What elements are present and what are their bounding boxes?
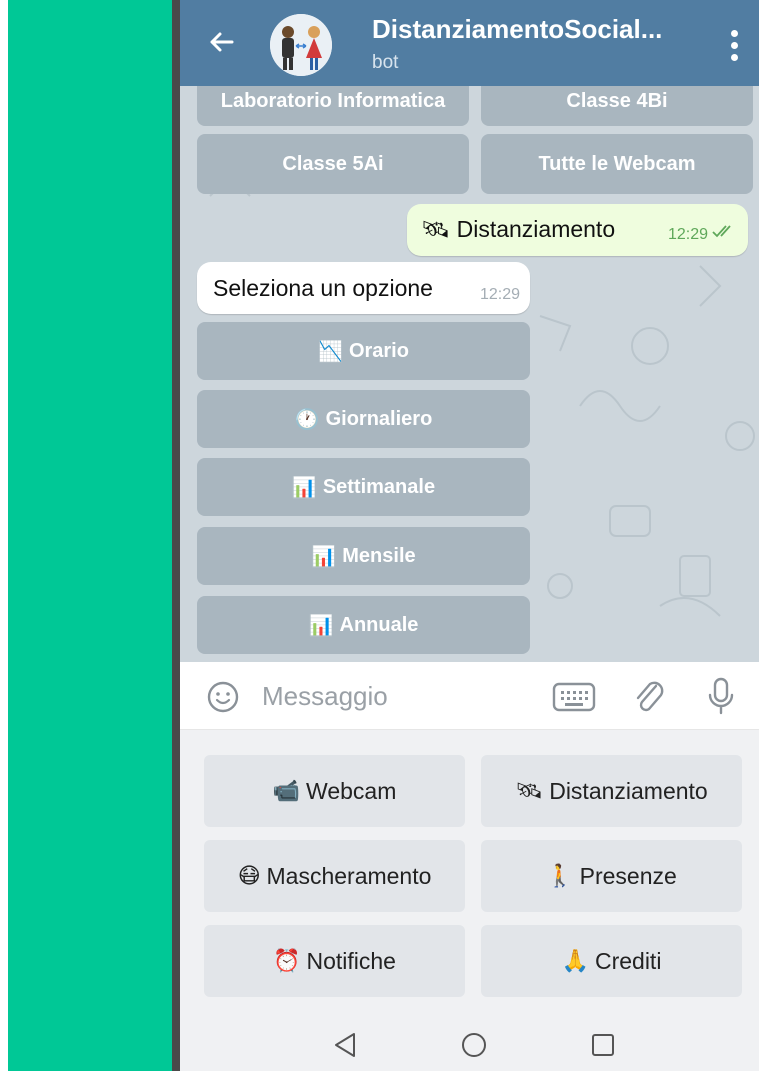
message-time: 12:29 — [479, 286, 520, 303]
keyboard-button-webcam[interactable]: 📹 Webcam — [204, 755, 465, 827]
praying-face-icon: 🙏 — [561, 948, 589, 973]
telegram-app: DistanziamentoSocial... bot Laboratorio … — [180, 0, 759, 1071]
bot-reply-keyboard: 📹 Webcam 🛰 Distanziamento 😷 Mascheramento 🚶… — [180, 730, 759, 1018]
bar-chart-icon: 📊 — [311, 545, 337, 568]
button-tutte-le-webcam[interactable]: Tutte le Webcam — [481, 134, 753, 194]
bar-chart-icon: 📊 — [291, 476, 317, 499]
android-nav-bar — [180, 1018, 759, 1071]
button-settimanale[interactable]: 📊 Settimanale — [197, 458, 530, 516]
nav-home-icon[interactable] — [460, 1031, 488, 1059]
background-panel — [0, 0, 172, 1071]
phone-bezel — [172, 0, 180, 1071]
more-options-icon[interactable] — [729, 30, 739, 61]
button-mensile[interactable]: 📊 Mensile — [197, 527, 530, 585]
chat-title[interactable]: DistanziamentoSocial... — [372, 14, 662, 45]
button-classe-5ai[interactable]: Classe 5Ai — [197, 134, 469, 194]
chat-header: DistanziamentoSocial... bot — [180, 0, 759, 86]
attach-icon[interactable] — [632, 678, 666, 716]
keyboard-button-crediti[interactable]: 🙏 Crediti — [481, 925, 742, 997]
emoji-icon[interactable] — [206, 680, 240, 714]
bot-avatar[interactable] — [270, 14, 332, 76]
people-distancing-icon — [270, 14, 332, 76]
mask-face-icon: 😷 — [237, 863, 261, 888]
button-giornaliero[interactable]: 🕐 Giornaliero — [197, 390, 530, 448]
keyboard-button-mascheramento[interactable]: 😷 Mascheramento — [204, 840, 465, 912]
keyboard-button-notifiche[interactable]: ⏰ Notifiche — [204, 925, 465, 997]
button-laboratorio-informatica[interactable]: Laboratorio Informatica — [197, 86, 469, 126]
walking-person-icon: 🚶 — [546, 863, 574, 888]
message-text: Distanziamento — [456, 216, 616, 242]
bar-chart-icon: 📊 — [308, 614, 334, 637]
nav-recents-icon[interactable] — [590, 1032, 616, 1058]
keyboard-button-distanziamento[interactable]: 🛰 Distanziamento — [481, 755, 742, 827]
clock-icon: 🕐 — [294, 408, 320, 431]
chat-area[interactable]: Laboratorio Informatica Classe 4Bi Class… — [180, 86, 759, 662]
microphone-icon[interactable] — [706, 676, 736, 716]
button-classe-4bi[interactable]: Classe 4Bi — [481, 86, 753, 126]
keyboard-button-presenze[interactable]: 🚶 Presenze — [481, 840, 742, 912]
double-check-icon — [712, 225, 731, 238]
message-text: Seleziona un opzione — [213, 275, 433, 301]
back-arrow-icon[interactable] — [202, 22, 242, 62]
satellite-icon: 🛰 — [515, 778, 544, 803]
bot-keyboard-icon[interactable] — [552, 682, 596, 712]
button-annuale[interactable]: 📊 Annuale — [197, 596, 530, 654]
outgoing-message[interactable]: 🛰 Distanziamento 12:29 — [407, 204, 748, 256]
chart-down-icon: 📉 — [318, 340, 343, 363]
message-input-bar — [180, 662, 759, 730]
message-time: 12:29 — [667, 226, 708, 243]
button-orario[interactable]: 📉 Orario — [197, 322, 530, 380]
alarm-clock-icon: ⏰ — [273, 948, 301, 973]
incoming-message[interactable]: Seleziona un opzione 12:29 — [197, 262, 530, 314]
nav-back-icon[interactable] — [330, 1030, 360, 1060]
message-input[interactable] — [262, 676, 532, 716]
satellite-icon: 🛰 — [421, 216, 451, 242]
chat-subtitle: bot — [372, 52, 399, 73]
video-camera-icon: 📹 — [272, 778, 301, 803]
